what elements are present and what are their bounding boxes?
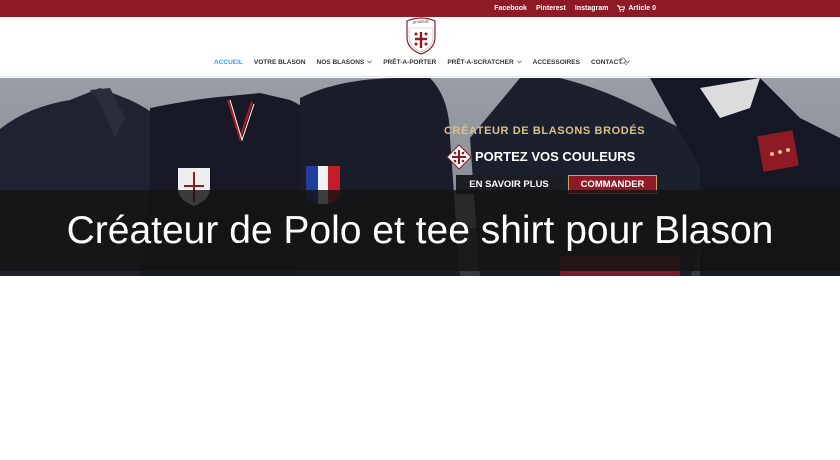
nav-pret-a-scratcher[interactable]: PRÊT-A-SCRATCHER [447,58,522,66]
instagram-link[interactable]: Instagram [575,5,608,12]
nav-nos-blasons[interactable]: NOS BLASONS [317,59,373,66]
cart-label: Article 0 [628,5,656,12]
nav-pret-a-porter[interactable]: PRÊT-A-PORTER [383,59,436,66]
chevron-down-icon [367,60,373,64]
nav-accessoires[interactable]: ACCESSOIRES [533,59,580,66]
search-icon[interactable] [619,57,627,66]
cart-icon [617,5,626,12]
cart-link[interactable]: Article 0 [617,5,656,12]
crest-icon [446,144,472,170]
nav-accueil[interactable]: ACCUEIL [214,59,243,66]
page-caption: Créateur de Polo et tee shirt pour Blaso… [66,208,774,252]
facebook-link[interactable]: Facebook [494,5,527,12]
nav-label: CONTACT [590,58,623,66]
nav-label: PRÊT-A-SCRATCHER [447,58,514,66]
chevron-down-icon [516,60,522,64]
pinterest-link[interactable]: Pinterest [536,5,566,12]
nav-label: NOS BLASONS [316,58,365,66]
nav-label: ACCESSOIRES [532,58,580,66]
nav-label: VOTRE BLASON [253,58,306,66]
main-nav: ACCUEIL VOTRE BLASON NOS BLASONS PRÊT-A-… [214,57,631,67]
site-header: amalsac ACCUEIL VOTRE BLASON NOS BLASONS… [0,17,840,77]
hero-subtitle: PORTEZ VOS COULEURS [475,149,636,164]
hero-title: CRÉATEUR DE BLASONS BRODÉS [444,125,646,137]
top-bar: Facebook Pinterest Instagram Article 0 [0,0,840,17]
social-links: Facebook Pinterest Instagram Article 0 [494,0,656,17]
nav-label: ACCUEIL [214,58,243,66]
caption-overlay: Créateur de Polo et tee shirt pour Blaso… [0,190,840,271]
nav-label: PRÊT-A-PORTER [383,58,437,66]
nav-votre-blason[interactable]: VOTRE BLASON [254,59,306,66]
